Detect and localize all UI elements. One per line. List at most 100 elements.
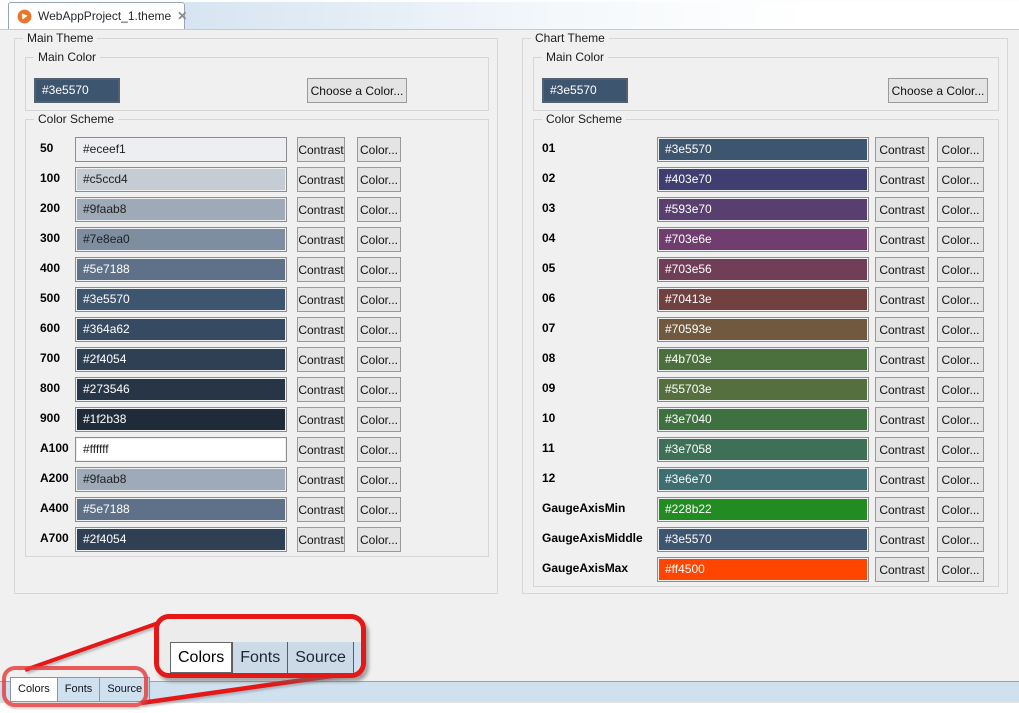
contrast-button[interactable]: Contrast bbox=[875, 257, 929, 282]
color-swatch-field[interactable]: #3e5570 bbox=[657, 137, 869, 162]
color-button[interactable]: Color... bbox=[357, 347, 401, 372]
color-swatch-field[interactable]: #403e70 bbox=[657, 167, 869, 192]
contrast-button[interactable]: Contrast bbox=[297, 257, 345, 282]
main-color-group-label: Main Color bbox=[34, 50, 100, 64]
color-button[interactable]: Color... bbox=[357, 527, 401, 552]
color-swatch-field[interactable]: #2f4054 bbox=[75, 347, 287, 372]
color-button[interactable]: Color... bbox=[357, 287, 401, 312]
contrast-button[interactable]: Contrast bbox=[875, 437, 929, 462]
color-button[interactable]: Color... bbox=[357, 197, 401, 222]
choose-color-button[interactable]: Choose a Color... bbox=[307, 78, 407, 103]
color-swatch-field[interactable]: #c5ccd4 bbox=[75, 167, 287, 192]
color-swatch-field[interactable]: #364a62 bbox=[75, 317, 287, 342]
color-swatch-field[interactable]: #703e6e bbox=[657, 227, 869, 252]
color-button[interactable]: Color... bbox=[937, 527, 984, 552]
color-swatch-field[interactable]: #3e5570 bbox=[657, 527, 869, 552]
color-hex-value: #ff4500 bbox=[658, 558, 868, 581]
contrast-button[interactable]: Contrast bbox=[875, 557, 929, 582]
color-swatch-field[interactable]: #593e70 bbox=[657, 197, 869, 222]
color-swatch-field[interactable]: #1f2b38 bbox=[75, 407, 287, 432]
color-button[interactable]: Color... bbox=[937, 287, 984, 312]
contrast-button[interactable]: Contrast bbox=[875, 377, 929, 402]
color-button[interactable]: Color... bbox=[357, 257, 401, 282]
contrast-button[interactable]: Contrast bbox=[875, 347, 929, 372]
contrast-button[interactable]: Contrast bbox=[875, 227, 929, 252]
color-swatch-field[interactable]: #228b22 bbox=[657, 497, 869, 522]
contrast-button[interactable]: Contrast bbox=[297, 287, 345, 312]
contrast-button[interactable]: Contrast bbox=[875, 197, 929, 222]
contrast-button[interactable]: Contrast bbox=[297, 437, 345, 462]
color-scheme-row: 09 #55703e Contrast Color... bbox=[534, 377, 998, 402]
color-swatch-field[interactable]: #5e7188 bbox=[75, 257, 287, 282]
choose-color-button[interactable]: Choose a Color... bbox=[888, 78, 988, 103]
contrast-button[interactable]: Contrast bbox=[875, 167, 929, 192]
main-color-swatch-field[interactable]: #3e5570 bbox=[542, 78, 628, 103]
color-swatch-field[interactable]: #70593e bbox=[657, 317, 869, 342]
tab-close-icon[interactable]: ✕ bbox=[177, 9, 187, 23]
color-button[interactable]: Color... bbox=[937, 257, 984, 282]
editor-tab-webappproject-theme[interactable]: WebAppProject_1.theme ✕ bbox=[8, 2, 185, 29]
color-button[interactable]: Color... bbox=[357, 437, 401, 462]
contrast-button[interactable]: Contrast bbox=[297, 527, 345, 552]
color-scheme-row: GaugeAxisMin #228b22 Contrast Color... bbox=[534, 497, 998, 522]
color-scheme-row-label: 600 bbox=[40, 321, 60, 335]
contrast-button[interactable]: Contrast bbox=[875, 527, 929, 552]
color-button[interactable]: Color... bbox=[937, 377, 984, 402]
contrast-button[interactable]: Contrast bbox=[297, 497, 345, 522]
contrast-button[interactable]: Contrast bbox=[297, 197, 345, 222]
color-swatch-field[interactable]: #9faab8 bbox=[75, 197, 287, 222]
color-swatch-field[interactable]: #3e6e70 bbox=[657, 467, 869, 492]
contrast-button[interactable]: Contrast bbox=[875, 137, 929, 162]
contrast-button[interactable]: Contrast bbox=[875, 407, 929, 432]
color-swatch-field[interactable]: #3e5570 bbox=[75, 287, 287, 312]
color-swatch-field[interactable]: #eceef1 bbox=[75, 137, 287, 162]
contrast-button[interactable]: Contrast bbox=[297, 227, 345, 252]
color-hex-value: #3e5570 bbox=[658, 138, 868, 161]
color-button[interactable]: Color... bbox=[357, 317, 401, 342]
contrast-button[interactable]: Contrast bbox=[875, 287, 929, 312]
contrast-button[interactable]: Contrast bbox=[297, 167, 345, 192]
color-button[interactable]: Color... bbox=[937, 557, 984, 582]
color-swatch-field[interactable]: #9faab8 bbox=[75, 467, 287, 492]
contrast-button[interactable]: Contrast bbox=[875, 467, 929, 492]
color-scheme-row-label: GaugeAxisMin bbox=[542, 501, 625, 515]
contrast-button[interactable]: Contrast bbox=[297, 407, 345, 432]
contrast-button[interactable]: Contrast bbox=[297, 137, 345, 162]
color-swatch-field[interactable]: #3e7040 bbox=[657, 407, 869, 432]
color-swatch-field[interactable]: #70413e bbox=[657, 287, 869, 312]
contrast-button[interactable]: Contrast bbox=[297, 377, 345, 402]
color-swatch-field[interactable]: #ff4500 bbox=[657, 557, 869, 582]
color-button[interactable]: Color... bbox=[937, 197, 984, 222]
color-swatch-field[interactable]: #703e56 bbox=[657, 257, 869, 282]
color-button[interactable]: Color... bbox=[357, 137, 401, 162]
color-button[interactable]: Color... bbox=[937, 467, 984, 492]
contrast-button[interactable]: Contrast bbox=[297, 467, 345, 492]
color-button[interactable]: Color... bbox=[937, 497, 984, 522]
color-button[interactable]: Color... bbox=[937, 227, 984, 252]
color-swatch-field[interactable]: #4b703e bbox=[657, 347, 869, 372]
contrast-button[interactable]: Contrast bbox=[297, 317, 345, 342]
color-swatch-field[interactable]: #55703e bbox=[657, 377, 869, 402]
color-swatch-field[interactable]: #3e7058 bbox=[657, 437, 869, 462]
color-button[interactable]: Color... bbox=[357, 497, 401, 522]
color-button[interactable]: Color... bbox=[357, 377, 401, 402]
color-button[interactable]: Color... bbox=[357, 467, 401, 492]
color-swatch-field[interactable]: #7e8ea0 bbox=[75, 227, 287, 252]
color-button[interactable]: Color... bbox=[357, 407, 401, 432]
color-swatch-field[interactable]: #273546 bbox=[75, 377, 287, 402]
color-swatch-field[interactable]: #5e7188 bbox=[75, 497, 287, 522]
contrast-button[interactable]: Contrast bbox=[875, 317, 929, 342]
color-swatch-field[interactable]: #2f4054 bbox=[75, 527, 287, 552]
color-button[interactable]: Color... bbox=[357, 227, 401, 252]
color-button[interactable]: Color... bbox=[937, 137, 984, 162]
color-button[interactable]: Color... bbox=[937, 437, 984, 462]
main-color-swatch-field[interactable]: #3e5570 bbox=[34, 78, 120, 103]
color-button[interactable]: Color... bbox=[937, 347, 984, 372]
contrast-button[interactable]: Contrast bbox=[297, 347, 345, 372]
color-button[interactable]: Color... bbox=[357, 167, 401, 192]
contrast-button[interactable]: Contrast bbox=[875, 497, 929, 522]
color-button[interactable]: Color... bbox=[937, 317, 984, 342]
color-button[interactable]: Color... bbox=[937, 407, 984, 432]
color-swatch-field[interactable]: #ffffff bbox=[75, 437, 287, 462]
color-button[interactable]: Color... bbox=[937, 167, 984, 192]
